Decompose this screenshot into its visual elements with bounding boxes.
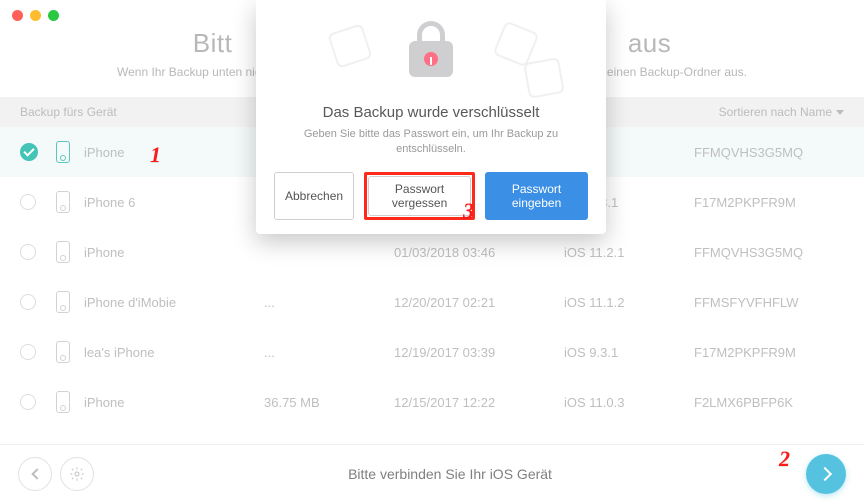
device-name: lea's iPhone [84, 345, 264, 360]
modal-subtitle: Geben Sie bitte das Passwort ein, um Ihr… [274, 127, 588, 158]
arrow-left-icon [31, 468, 42, 479]
sort-label: Sortieren nach Name [719, 105, 832, 119]
serial-number: F2LMX6PBFP6K [694, 395, 844, 410]
arrow-right-icon [817, 466, 831, 480]
backup-date: 12/20/2017 02:21 [394, 295, 564, 310]
device-name: iPhone 6 [84, 195, 264, 210]
gear-icon [69, 466, 85, 482]
back-button[interactable] [18, 457, 52, 491]
continue-button[interactable] [806, 454, 846, 494]
backup-date: 01/03/2018 03:46 [394, 245, 564, 260]
table-row[interactable]: iPhone 01/03/2018 03:46iOS 11.2.1FFMQVHS3… [0, 227, 864, 277]
table-row[interactable]: lea's iPhone...12/19/2017 03:39iOS 9.3.1… [0, 327, 864, 377]
backup-date: 12/19/2017 03:39 [394, 345, 564, 360]
password-modal: Das Backup wurde verschlüsselt Geben Sie… [256, 0, 606, 234]
serial-number: F17M2PKPFR9M [694, 195, 844, 210]
serial-number: FFMQVHS3G5MQ [694, 245, 844, 260]
lock-illustration [274, 20, 588, 98]
device-name: iPhone d'iMobie [84, 295, 264, 310]
bottom-bar: Bitte verbinden Sie Ihr iOS Gerät [0, 444, 864, 502]
backup-size: ... [264, 295, 394, 310]
ios-version: iOS 11.1.2 [564, 295, 694, 310]
radio-unselected[interactable] [20, 294, 36, 310]
device-name: iPhone [84, 245, 264, 260]
phone-icon [56, 391, 70, 413]
status-message: Bitte verbinden Sie Ihr iOS Gerät [94, 466, 806, 482]
serial-number: FFMSFYVFHFLW [694, 295, 844, 310]
selected-check-icon [20, 143, 38, 161]
phone-icon [56, 241, 70, 263]
radio-unselected[interactable] [20, 244, 36, 260]
phone-icon [56, 191, 70, 213]
column-device: Backup fürs Gerät [20, 105, 117, 119]
phone-icon [56, 141, 70, 163]
enter-password-button[interactable]: Passwort eingeben [485, 172, 588, 220]
ios-version: iOS 11.0.3 [564, 395, 694, 410]
forgot-password-button[interactable]: Passwort vergessen [368, 176, 471, 216]
phone-icon [56, 291, 70, 313]
phone-icon [56, 341, 70, 363]
serial-number: F17M2PKPFR9M [694, 345, 844, 360]
ios-version: iOS 9.3.1 [564, 345, 694, 360]
lock-icon [409, 41, 453, 77]
backup-date: 12/15/2017 12:22 [394, 395, 564, 410]
table-row[interactable]: iPhone36.75 MB12/15/2017 12:22iOS 11.0.3… [0, 377, 864, 427]
device-name: iPhone [84, 395, 264, 410]
cancel-button[interactable]: Abbrechen [274, 172, 354, 220]
device-name: iPhone [84, 145, 264, 160]
settings-button[interactable] [60, 457, 94, 491]
serial-number: FFMQVHS3G5MQ [694, 145, 844, 160]
modal-title: Das Backup wurde verschlüsselt [274, 104, 588, 121]
radio-unselected[interactable] [20, 394, 36, 410]
page-title-right: aus [628, 28, 671, 58]
backup-size: ... [264, 345, 394, 360]
page-title-left: Bitt [193, 28, 233, 58]
chevron-down-icon [836, 110, 844, 115]
radio-unselected[interactable] [20, 194, 36, 210]
backup-size: 36.75 MB [264, 395, 394, 410]
forgot-highlight: Passwort vergessen [364, 172, 475, 220]
sort-dropdown[interactable]: Sortieren nach Name [719, 105, 844, 119]
radio-unselected[interactable] [20, 344, 36, 360]
ios-version: iOS 11.2.1 [564, 245, 694, 260]
table-row[interactable]: iPhone d'iMobie...12/20/2017 02:21iOS 11… [0, 277, 864, 327]
